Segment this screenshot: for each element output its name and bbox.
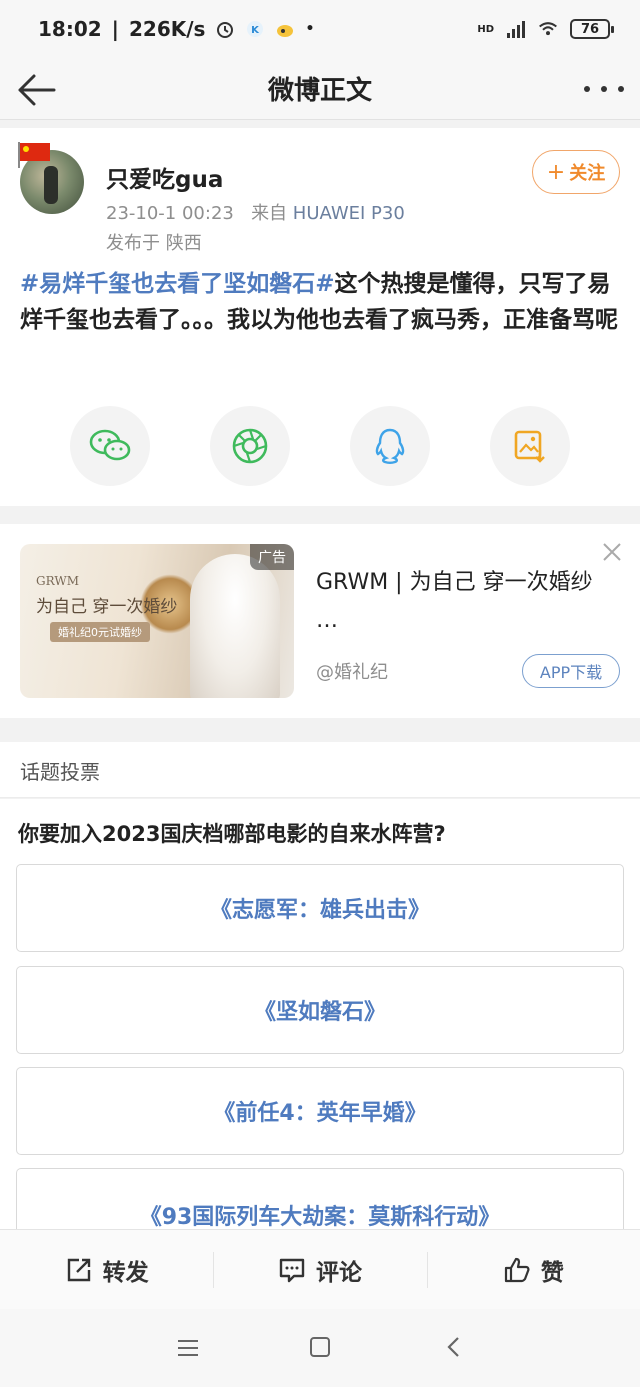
ad-image[interactable]: GRWM 为自己 穿一次婚纱 婚礼纪0元试婚纱 广告 (20, 544, 294, 698)
post-source-prefix: 来自 (251, 203, 288, 224)
app-notification-icon: K (247, 21, 264, 37)
signal-icon (507, 21, 525, 38)
flag-badge-icon (18, 142, 50, 168)
post-location: 发布于 陕西 (106, 233, 202, 254)
status-bar: 18:02 | 226K/s K • HD 76 (0, 0, 640, 58)
moments-icon (232, 428, 268, 464)
repost-button[interactable]: 转发 (0, 1230, 213, 1309)
save-image-icon (514, 430, 545, 463)
post-device[interactable]: HUAWEI P30 (293, 203, 405, 224)
ad-bride-figure (190, 554, 280, 698)
vote-option[interactable]: 《93国际列车大劫案：莫斯科行动》 (16, 1168, 624, 1230)
app-download-button[interactable]: APP下载 (522, 654, 620, 688)
network-speed: 226K/s (128, 17, 206, 41)
ad-image-slogan: 为自己 穿一次婚纱 (36, 597, 178, 617)
ad-source: @婚礼纪 (316, 662, 388, 683)
nav-bar: 微博正文 (0, 58, 640, 120)
share-moments-button[interactable] (210, 406, 290, 486)
vote-section-title: 话题投票 (20, 760, 100, 784)
alarm-icon (217, 22, 234, 38)
comment-button[interactable]: 评论 (213, 1230, 426, 1309)
username[interactable]: 只爱吃gua (106, 160, 223, 194)
system-nav-bar (0, 1309, 640, 1387)
action-bar: 转发 评论 赞 (0, 1229, 640, 1309)
home-icon[interactable] (310, 1337, 330, 1357)
page-title: 微博正文 (267, 76, 372, 106)
like-button[interactable]: 赞 (426, 1230, 640, 1309)
comment-label: 评论 (315, 1259, 362, 1286)
system-back-icon[interactable] (444, 1336, 464, 1358)
follow-label: 关注 (569, 163, 606, 184)
like-label: 赞 (540, 1259, 564, 1286)
thumbs-up-icon (504, 1257, 530, 1282)
recent-apps-icon[interactable] (178, 1339, 198, 1357)
share-qq-button[interactable] (350, 406, 430, 486)
share-wechat-button[interactable] (70, 406, 150, 486)
wifi-icon (539, 22, 557, 36)
signal-label: HD (477, 23, 494, 35)
follow-button[interactable]: + 关注 (532, 150, 620, 194)
vote-question: 你要加入2023国庆档哪部电影的自来水阵营? (18, 822, 446, 846)
weibo-notification-icon (277, 25, 294, 37)
share-row (70, 406, 570, 486)
separator: | (111, 17, 119, 41)
post-meta: 23-10-1 00:23 来自 HUAWEI P30 (106, 199, 405, 225)
vote-option[interactable]: 《志愿军：雄兵出击》 (16, 864, 624, 952)
topic-link[interactable]: #易烊千玺也去看了坚如磐石# (20, 271, 335, 297)
ad-image-offer: 婚礼纪0元试婚纱 (50, 622, 150, 642)
plus-icon: + (546, 159, 566, 185)
comment-icon (279, 1258, 305, 1282)
close-icon[interactable] (602, 542, 622, 562)
post-timestamp: 23-10-1 00:23 (106, 203, 234, 224)
post-body: #易烊千玺也去看了坚如磐石#这个热搜是懂得，只写了易烊千玺也去看了。。。我以为他… (20, 266, 620, 338)
save-image-button[interactable] (490, 406, 570, 486)
ad-tag: 广告 (250, 544, 294, 570)
repost-icon (67, 1258, 90, 1281)
ad-image-brand: GRWM (36, 574, 79, 588)
vote-option[interactable]: 《坚如磐石》 (16, 966, 624, 1054)
more-options-icon[interactable] (584, 74, 624, 104)
back-arrow-icon[interactable] (14, 70, 58, 110)
ad-title[interactable]: GRWM | 为自己 穿一次婚纱 … (316, 564, 616, 640)
svg-text:K: K (252, 25, 261, 36)
vote-option[interactable]: 《前任4：英年早婚》 (16, 1067, 624, 1155)
qq-icon (375, 428, 405, 464)
battery-indicator: 76 (570, 19, 614, 39)
clock: 18:02 (38, 17, 102, 41)
dot-indicator: • (305, 21, 315, 37)
repost-label: 转发 (102, 1259, 149, 1286)
wechat-icon (89, 429, 131, 461)
